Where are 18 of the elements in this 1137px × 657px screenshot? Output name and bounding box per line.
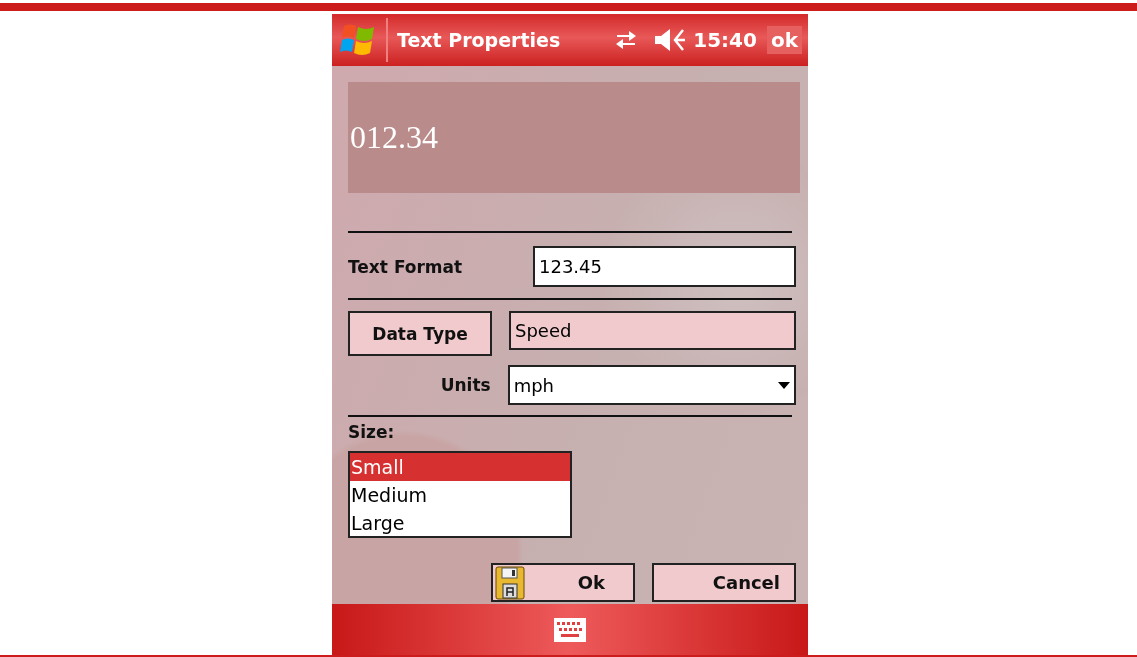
data-type-button[interactable]: Data Type <box>348 311 492 356</box>
clock-time: 15:40 <box>693 28 757 52</box>
window-title: Text Properties <box>397 29 561 51</box>
ok-button[interactable]: Ok <box>491 563 635 602</box>
dropdown-arrow-icon <box>778 381 790 389</box>
size-label: Size: <box>348 421 396 443</box>
text-format-field[interactable]: 123.45 <box>533 246 796 287</box>
size-listbox[interactable]: Small Medium Large <box>348 451 572 538</box>
field-label: Units <box>439 375 491 395</box>
cancel-button[interactable]: Cancel <box>652 563 796 602</box>
data-type-field[interactable]: Speed <box>509 311 796 350</box>
list-option[interactable]: Medium <box>350 481 570 509</box>
list-option[interactable]: Large <box>350 509 570 537</box>
keyboard-icon[interactable] <box>554 617 586 642</box>
list-option[interactable]: Small <box>350 453 570 481</box>
field-label: Text Format <box>348 256 464 277</box>
preview-value: 012.34 <box>348 82 800 193</box>
units-dropdown[interactable]: mph <box>507 365 796 405</box>
